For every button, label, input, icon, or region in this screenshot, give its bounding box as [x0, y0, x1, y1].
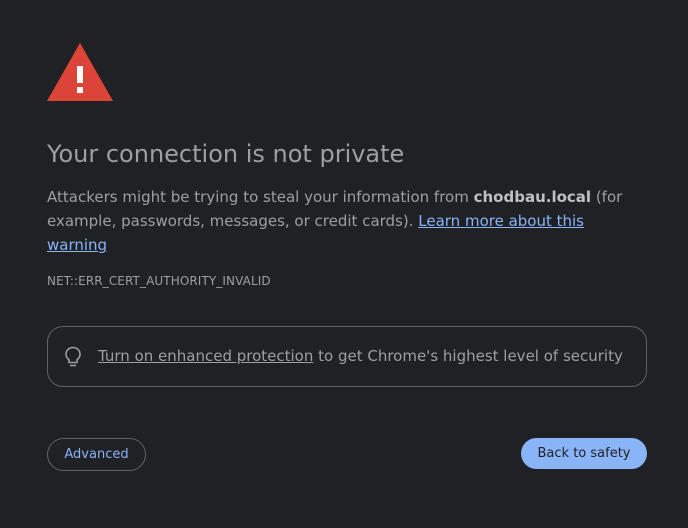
page-title: Your connection is not private	[47, 140, 405, 168]
enhanced-protection-rest: to get Chrome's highest level of securit…	[313, 347, 623, 365]
warning-triangle-icon	[47, 43, 113, 101]
back-to-safety-button[interactable]: Back to safety	[521, 438, 647, 469]
advanced-button[interactable]: Advanced	[47, 438, 146, 471]
enhanced-protection-banner: Turn on enhanced protection to get Chrom…	[47, 326, 647, 387]
hostname: chodbau.local	[473, 188, 592, 206]
lightbulb-icon	[65, 346, 81, 367]
enhanced-protection-link[interactable]: Turn on enhanced protection	[98, 347, 313, 365]
enhanced-protection-text: Turn on enhanced protection to get Chrom…	[98, 345, 623, 367]
error-code: NET::ERR_CERT_AUTHORITY_INVALID	[47, 274, 271, 288]
explanation-prefix: Attackers might be trying to steal your …	[47, 188, 474, 206]
interstitial-page: Your connection is not private Attackers…	[0, 0, 688, 528]
explanation-text: Attackers might be trying to steal your …	[47, 185, 647, 257]
